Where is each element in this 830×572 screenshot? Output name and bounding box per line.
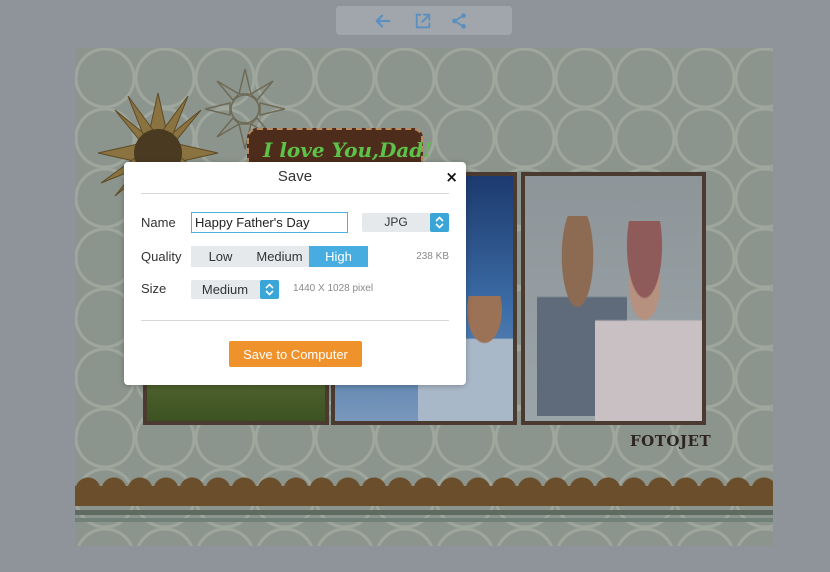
size-dimensions: 1440 X 1028 pixel bbox=[293, 283, 374, 294]
size-select[interactable]: Medium bbox=[191, 280, 279, 299]
quality-option-medium[interactable]: Medium bbox=[250, 246, 309, 267]
format-select[interactable]: JPG bbox=[362, 213, 449, 232]
select-arrows-icon bbox=[260, 280, 279, 299]
open-external-icon[interactable] bbox=[412, 10, 434, 32]
save-to-computer-button[interactable]: Save to Computer bbox=[229, 341, 362, 367]
divider bbox=[141, 193, 449, 194]
quality-label: Quality bbox=[141, 249, 182, 264]
top-toolbar bbox=[336, 6, 512, 35]
file-name-input[interactable] bbox=[191, 212, 348, 233]
share-icon[interactable] bbox=[448, 10, 470, 32]
banner-text: I love You,Dad! bbox=[263, 138, 433, 162]
size-label: Size bbox=[141, 281, 167, 296]
quality-option-high[interactable]: High bbox=[309, 246, 368, 267]
photo-father-daughter bbox=[521, 172, 706, 425]
divider bbox=[141, 320, 449, 321]
brand-watermark: FOTOJET bbox=[630, 432, 712, 450]
close-icon[interactable]: × bbox=[445, 168, 458, 186]
name-label: Name bbox=[141, 215, 176, 230]
size-value: Medium bbox=[201, 282, 249, 297]
back-arrow-icon[interactable] bbox=[372, 10, 394, 32]
save-dialog: Save × Name JPG Quality Low Medium High … bbox=[124, 162, 466, 385]
quality-option-low[interactable]: Low bbox=[191, 246, 250, 267]
file-size: 238 KB bbox=[416, 251, 449, 262]
format-value: JPG bbox=[384, 215, 408, 229]
select-arrows-icon bbox=[430, 213, 449, 232]
dialog-title: Save bbox=[277, 168, 313, 185]
quality-toggle: Low Medium High bbox=[191, 246, 368, 267]
